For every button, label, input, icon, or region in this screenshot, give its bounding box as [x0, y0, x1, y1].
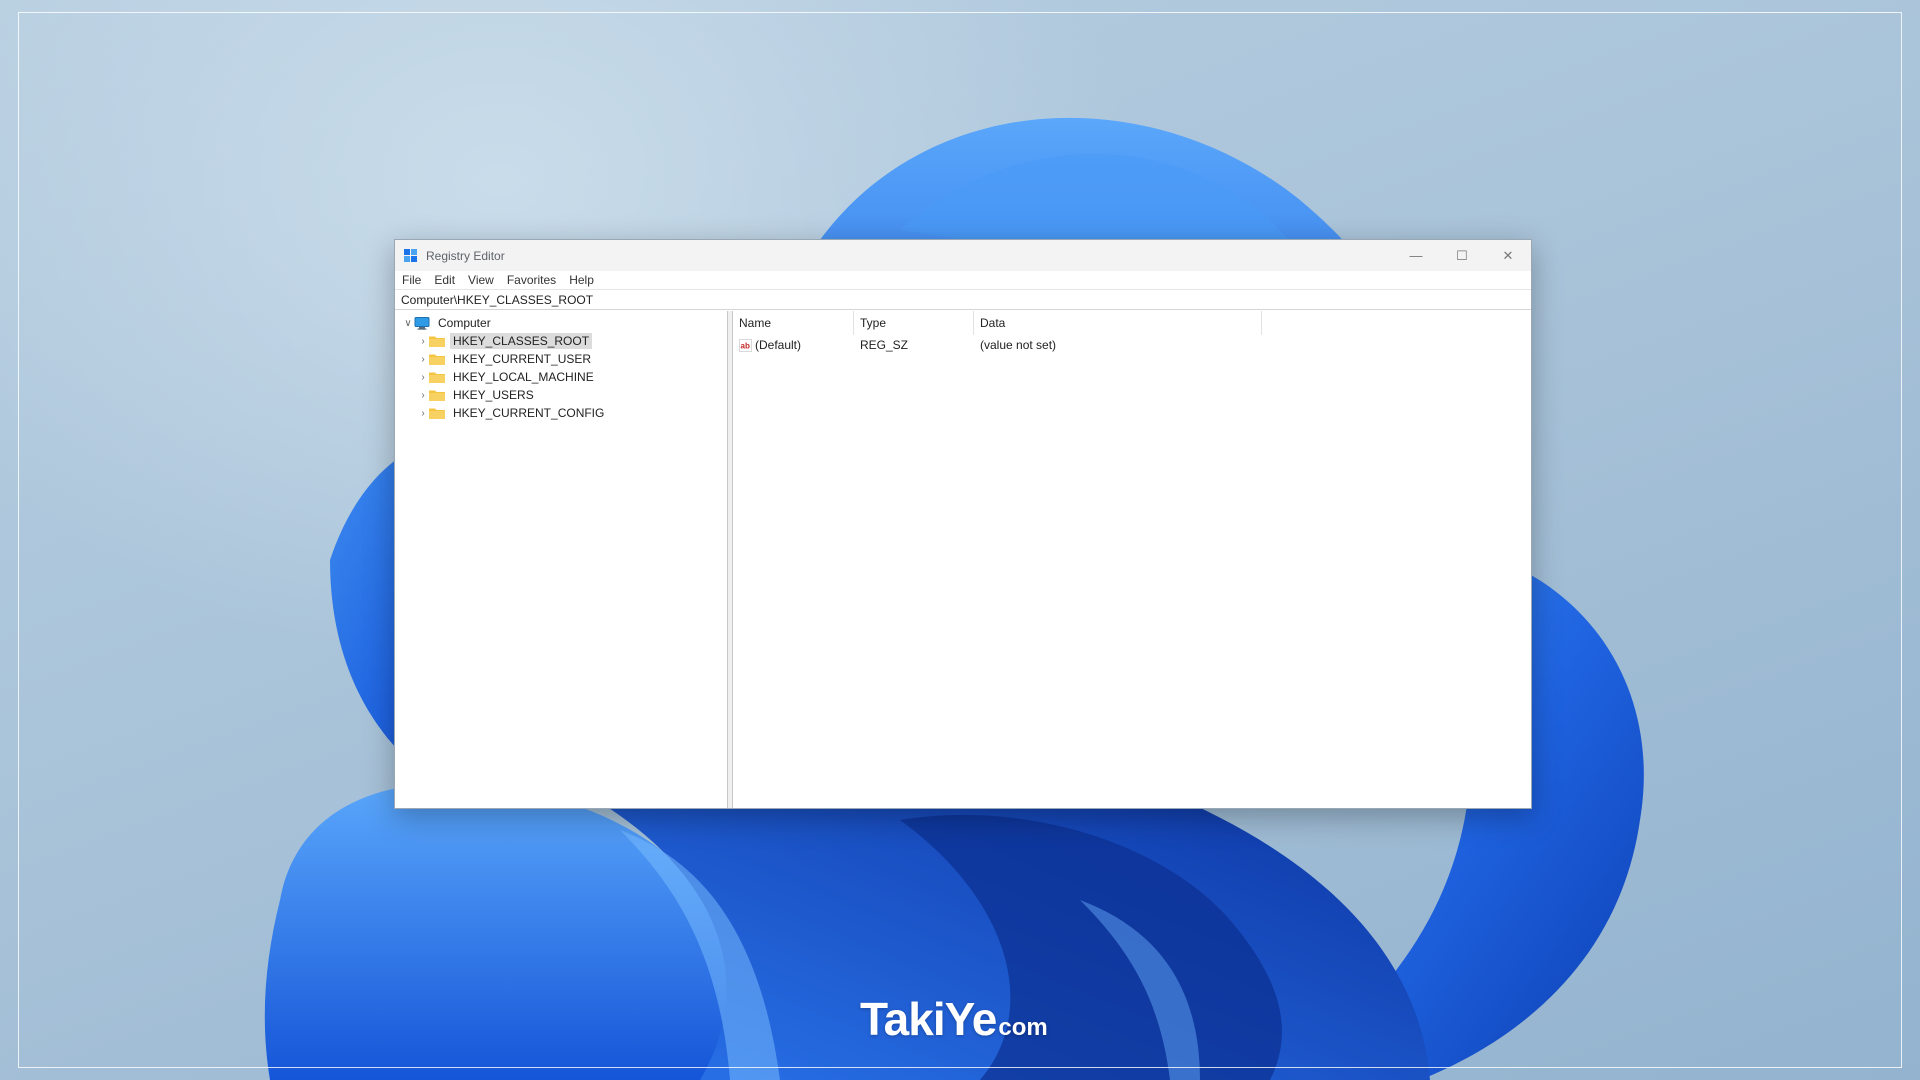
chevron-down-icon[interactable]: ∨ — [402, 317, 414, 329]
column-header-row: Name Type Data — [733, 311, 1531, 335]
tree-item-hkey-current-config[interactable]: › HKEY_CURRENT_CONFIG — [395, 404, 727, 422]
watermark-main: TakiYe — [860, 993, 997, 1045]
value-name: (Default) — [755, 338, 802, 352]
panes: ∨ Computer › HKEY_CLASSES_ROOT › HKEY_CU… — [395, 311, 1531, 808]
tree-item-label: HKEY_CLASSES_ROOT — [450, 333, 593, 349]
computer-icon — [414, 316, 430, 330]
window-controls: — ☐ ✕ — [1393, 240, 1531, 271]
column-header-name[interactable]: Name — [733, 311, 854, 335]
svg-text:ab: ab — [741, 341, 750, 350]
registry-editor-icon — [403, 248, 418, 263]
tree-item-hkey-current-user[interactable]: › HKEY_CURRENT_USER — [395, 350, 727, 368]
tree-item-label: Computer — [438, 316, 491, 330]
value-name-cell: ab (Default) — [733, 338, 854, 352]
maximize-button[interactable]: ☐ — [1439, 240, 1485, 271]
menu-bar: File Edit View Favorites Help — [395, 271, 1531, 289]
column-header-data[interactable]: Data — [974, 311, 1262, 335]
menu-favorites[interactable]: Favorites — [507, 273, 556, 287]
folder-icon — [429, 335, 445, 347]
menu-help[interactable]: Help — [569, 273, 594, 287]
tree-item-label: HKEY_CURRENT_USER — [453, 352, 592, 366]
tree-item-label: HKEY_USERS — [453, 388, 534, 402]
tree-item-hkey-classes-root[interactable]: › HKEY_CLASSES_ROOT — [395, 332, 727, 350]
title-bar[interactable]: Registry Editor — ☐ ✕ — [395, 240, 1531, 271]
tree-item-hkey-local-machine[interactable]: › HKEY_LOCAL_MACHINE — [395, 368, 727, 386]
registry-editor-window: Registry Editor — ☐ ✕ File Edit View Fav… — [394, 239, 1532, 809]
folder-icon — [429, 353, 445, 365]
chevron-right-icon[interactable]: › — [417, 389, 429, 401]
key-tree-pane: ∨ Computer › HKEY_CLASSES_ROOT › HKEY_CU… — [395, 311, 728, 808]
tree-item-label: HKEY_CURRENT_CONFIG — [453, 406, 605, 420]
window-title: Registry Editor — [426, 248, 505, 263]
folder-icon — [429, 407, 445, 419]
values-list-pane: Name Type Data ab (Default) REG_SZ (valu… — [733, 311, 1531, 808]
string-value-icon: ab — [739, 338, 752, 352]
chevron-right-icon[interactable]: › — [417, 371, 429, 383]
folder-icon — [429, 371, 445, 383]
folder-icon — [429, 389, 445, 401]
address-path[interactable]: Computer\HKEY_CLASSES_ROOT — [401, 293, 593, 307]
menu-view[interactable]: View — [468, 273, 494, 287]
watermark-logo: TakiYe com — [860, 992, 1060, 1052]
value-data: (value not set) — [980, 338, 1057, 352]
tree-item-hkey-users[interactable]: › HKEY_USERS — [395, 386, 727, 404]
address-bar[interactable]: Computer\HKEY_CLASSES_ROOT — [395, 289, 1531, 310]
column-header-type[interactable]: Type — [854, 311, 974, 335]
chevron-right-icon[interactable]: › — [417, 407, 429, 419]
close-button[interactable]: ✕ — [1485, 240, 1531, 271]
tree-item-computer[interactable]: ∨ Computer — [395, 314, 727, 332]
minimize-button[interactable]: — — [1393, 240, 1439, 271]
watermark-suffix: com — [998, 1014, 1048, 1041]
value-type: REG_SZ — [860, 338, 909, 352]
menu-file[interactable]: File — [402, 273, 421, 287]
tree-item-label: HKEY_LOCAL_MACHINE — [453, 370, 594, 384]
table-row[interactable]: ab (Default) REG_SZ (value not set) — [733, 335, 1531, 355]
menu-edit[interactable]: Edit — [434, 273, 455, 287]
chevron-right-icon[interactable]: › — [417, 335, 429, 347]
chevron-right-icon[interactable]: › — [417, 353, 429, 365]
